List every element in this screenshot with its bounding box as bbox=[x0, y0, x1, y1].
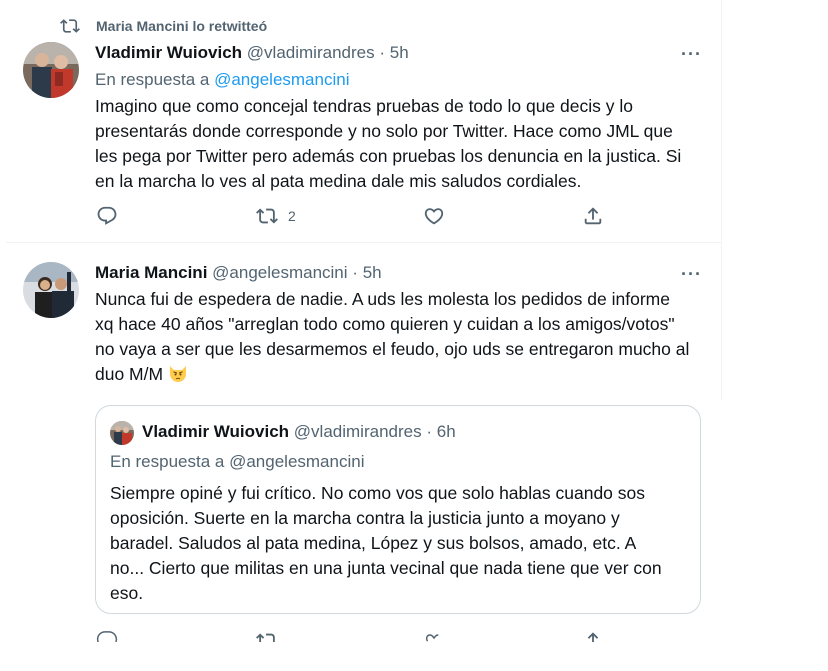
tweet1-reply-context: En respuesta a @angelesmancini bbox=[95, 70, 349, 90]
pouting-cat-emoji bbox=[169, 366, 186, 382]
tweet1-retweet-count: 2 bbox=[288, 208, 296, 224]
quote-text: Siempre opiné y fui crítico. No como vos… bbox=[110, 481, 690, 606]
quote-line: baradel. Saludos al pata medina, López y… bbox=[110, 533, 637, 553]
tweet2-more-button[interactable]: ··· bbox=[681, 264, 702, 285]
tweet1-line: en la marcha lo ves al pata medina dale … bbox=[95, 171, 582, 191]
heart-icon[interactable] bbox=[423, 630, 445, 642]
tweet1-line: Imagino que como concejal tendras prueba… bbox=[95, 96, 633, 116]
tweet1-retweet-action[interactable]: 2 bbox=[256, 205, 296, 227]
tweet1-more-button[interactable]: ··· bbox=[681, 44, 702, 65]
reply-icon bbox=[97, 206, 117, 225]
tweet2-author-name[interactable]: Maria Mancini bbox=[95, 263, 207, 282]
quoted-tweet-card[interactable]: Vladimir Wuiovich @vladimirandres · 6h E… bbox=[95, 405, 701, 614]
tweet2-line: duo M/M bbox=[95, 364, 164, 384]
retweet-icon bbox=[256, 208, 278, 224]
quote-time[interactable]: 6h bbox=[437, 422, 456, 441]
quote-line: eso. bbox=[110, 583, 144, 603]
tweet-divider bbox=[6, 242, 722, 243]
tweet1-separator: · bbox=[379, 43, 386, 62]
retweet-icon[interactable] bbox=[256, 630, 278, 642]
tweet2-text: Nunca fui de espedera de nadie. A uds le… bbox=[95, 287, 715, 387]
twitter-thread: Maria Mancini lo retwitteó Vladimir Wuio… bbox=[0, 0, 828, 671]
tweet1-line: les pega por Twitter pero además con pru… bbox=[95, 146, 682, 166]
tweet1-author-name[interactable]: Vladimir Wuiovich bbox=[95, 43, 242, 62]
tweet2-line: xq hace 40 años "arreglan todo como quie… bbox=[95, 314, 675, 334]
tweet2-line: Nunca fui de espedera de nadie. A uds le… bbox=[95, 289, 670, 309]
tweet2-handle[interactable]: @angelesmancini bbox=[212, 263, 347, 282]
quote-separator: · bbox=[426, 422, 433, 441]
column-border bbox=[721, 0, 722, 400]
tweet1-like-action[interactable] bbox=[423, 205, 455, 227]
tweet2-time[interactable]: 5h bbox=[363, 263, 382, 282]
tweet2-header: Maria Mancini @angelesmancini · 5h bbox=[95, 263, 382, 283]
tweet1-reply-prefix: En respuesta a bbox=[95, 70, 210, 89]
tweet2-separator: · bbox=[352, 263, 358, 282]
quote-line: oposición. Suerte en la marcha contra la… bbox=[110, 508, 620, 528]
tweet2-last-line: duo M/M bbox=[95, 362, 715, 387]
quote-avatar[interactable] bbox=[110, 421, 134, 445]
quote-handle[interactable]: @vladimirandres bbox=[294, 422, 422, 441]
quote-line: no... Cierto que militas en una junta ve… bbox=[110, 558, 662, 578]
tweet1-share-action[interactable] bbox=[582, 205, 614, 227]
tweet1-reply-handle[interactable]: @angelesmancini bbox=[214, 70, 349, 89]
tweet1-time[interactable]: 5h bbox=[390, 43, 409, 62]
quote-reply-context: En respuesta a @angelesmancini bbox=[110, 452, 364, 472]
share-icon bbox=[584, 207, 602, 225]
tweet1-text: Imagino que como concejal tendras prueba… bbox=[95, 94, 715, 194]
quote-reply-prefix: En respuesta a bbox=[110, 452, 225, 471]
quote-line: Siempre opiné y fui crítico. No como vos… bbox=[110, 483, 646, 503]
tweet1-handle[interactable]: @vladimirandres bbox=[247, 43, 375, 62]
quote-reply-handle: @angelesmancini bbox=[229, 452, 365, 471]
avatar-maria[interactable] bbox=[23, 262, 79, 318]
share-icon[interactable] bbox=[582, 630, 604, 642]
tweet1-header: Vladimir Wuiovich @vladimirandres · 5h bbox=[95, 43, 409, 63]
tweet1-reply-action[interactable] bbox=[96, 205, 128, 227]
quote-author-name[interactable]: Vladimir Wuiovich bbox=[142, 422, 289, 441]
heart-icon bbox=[424, 208, 444, 225]
avatar-vladimir[interactable] bbox=[23, 42, 79, 98]
tweet2-line: no vaya a ser que les desarmemos el feud… bbox=[95, 339, 690, 359]
quote-header: Vladimir Wuiovich @vladimirandres · 6h bbox=[142, 422, 456, 442]
tweet2-actions-cutoff bbox=[0, 630, 828, 642]
retweet-icon bbox=[60, 19, 80, 33]
tweet1-line: presentarás donde corresponde y no solo … bbox=[95, 121, 673, 141]
retweet-banner-text: Maria Mancini lo retwitteó bbox=[96, 18, 268, 34]
reply-icon[interactable] bbox=[96, 630, 118, 642]
